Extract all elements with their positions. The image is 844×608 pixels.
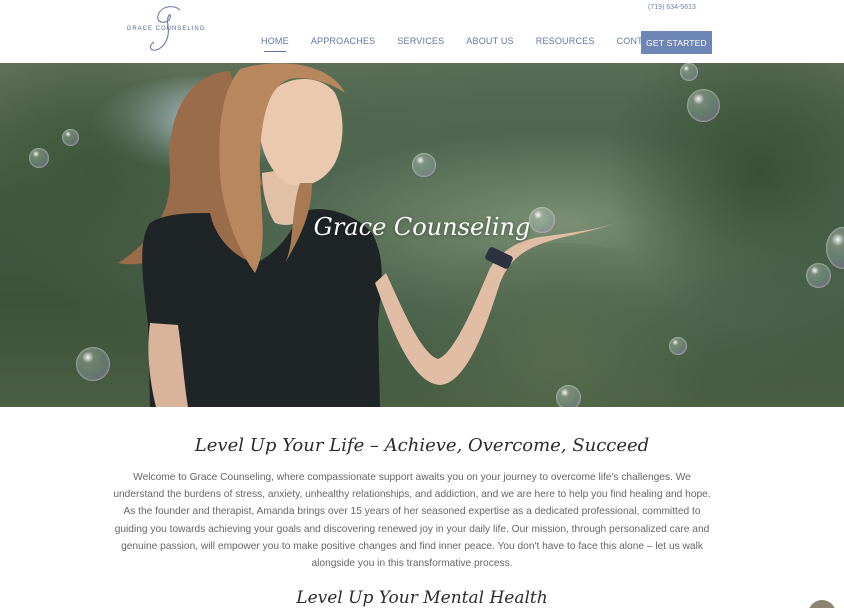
nav-resources[interactable]: RESOURCES	[536, 36, 595, 46]
bubble	[669, 337, 687, 355]
main-nav: HOME APPROACHES SERVICES ABOUT US RESOUR…	[261, 36, 683, 52]
nav-approaches[interactable]: APPROACHES	[311, 36, 376, 46]
nav-services[interactable]: SERVICES	[397, 36, 444, 46]
logo-text: GRACE COUNSELING	[126, 26, 206, 32]
logo[interactable]: GRACE COUNSELING	[126, 4, 206, 52]
bubble	[556, 385, 581, 407]
bubble	[412, 153, 436, 177]
intro-section: Level Up Your Life – Achieve, Overcome, …	[0, 407, 844, 608]
phone-number[interactable]: (719) 634-5613	[648, 4, 696, 11]
nav-about-us[interactable]: ABOUT US	[466, 36, 513, 46]
get-started-button[interactable]: GET STARTED	[641, 31, 712, 54]
hero-title: Grace Counseling	[313, 213, 531, 241]
section-heading: Level Up Your Life – Achieve, Overcome, …	[194, 435, 650, 456]
intro-paragraph: Welcome to Grace Counseling, where compa…	[113, 472, 711, 570]
bubble	[76, 347, 110, 381]
bubble	[806, 263, 831, 288]
bubble	[62, 129, 79, 146]
bubble	[680, 63, 698, 81]
section-subheading: Level Up Your Mental Health	[296, 588, 548, 608]
bubble	[29, 148, 49, 168]
bubble	[687, 89, 720, 122]
nav-home[interactable]: HOME	[261, 36, 289, 52]
hero-banner: Grace Counseling	[0, 63, 844, 407]
site-header: GRACE COUNSELING (719) 634-5613 HOME APP…	[0, 0, 844, 63]
